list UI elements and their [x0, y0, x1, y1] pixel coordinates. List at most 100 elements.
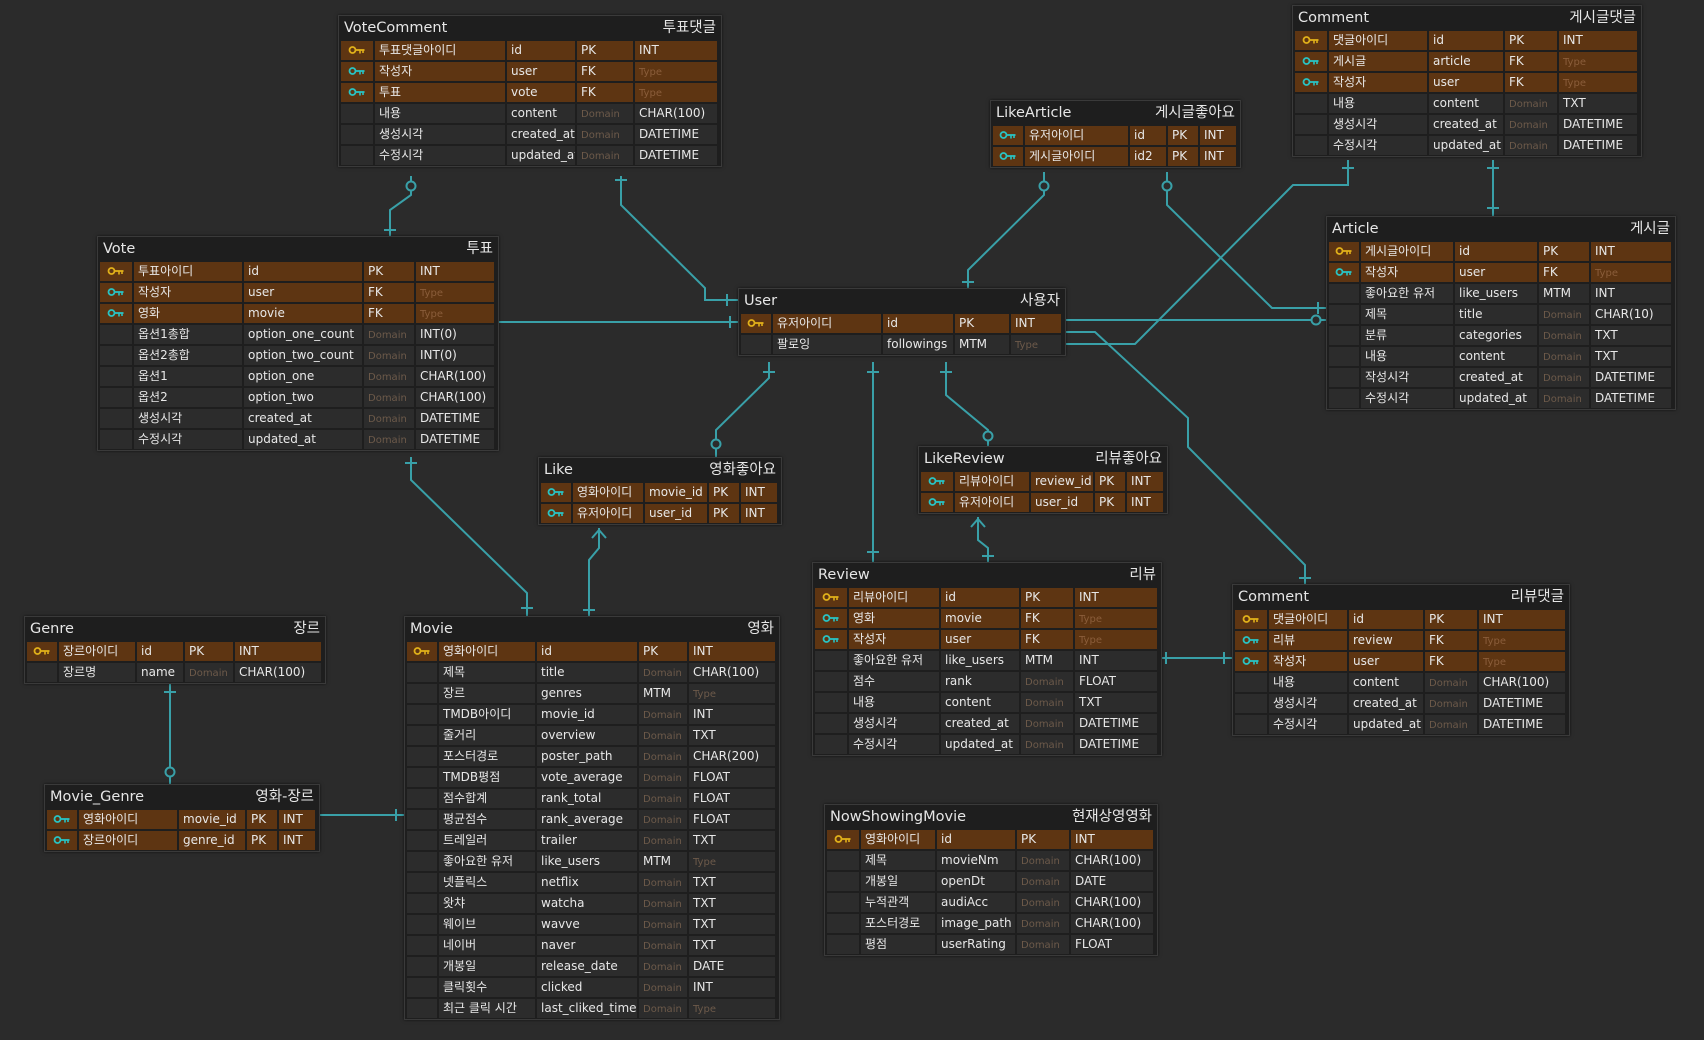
attribute-row[interactable]: 좋아요한 유저 like_users MTM INT [1327, 283, 1675, 304]
entity-header[interactable]: Like 영화좋아요 [539, 458, 781, 482]
attribute-row[interactable]: 제목 movieNm Domain CHAR(100) [825, 850, 1157, 871]
attribute-row[interactable]: 작성시각 created_at Domain DATETIME [1327, 367, 1675, 388]
attribute-row[interactable]: 개봉일 release_date Domain DATE [405, 956, 779, 977]
attribute-row[interactable]: 수정시각 updated_at Domain DATETIME [813, 734, 1161, 755]
attribute-row[interactable]: 투표 vote FK Type [339, 82, 721, 103]
attribute-row[interactable]: 옵션2 option_two Domain CHAR(100) [98, 387, 498, 408]
entity-header[interactable]: VoteComment 투표댓글 [339, 16, 721, 40]
attribute-row[interactable]: 수정시각 updated_at Domain DATETIME [339, 145, 721, 166]
attribute-row[interactable]: 내용 content Domain CHAR(100) [339, 103, 721, 124]
attribute-row[interactable]: 유저아이디 user_id PK INT [919, 492, 1167, 513]
attribute-row[interactable]: 유저아이디 user_id PK INT [539, 503, 781, 524]
attribute-row[interactable]: 게시글아이디 id2 PK INT [991, 146, 1240, 167]
attribute-row[interactable]: 투표아이디 id PK INT [98, 261, 498, 282]
attribute-row[interactable]: 작성자 user FK Type [1233, 651, 1569, 672]
attribute-row[interactable]: 영화아이디 movie_id PK INT [45, 809, 319, 830]
attribute-row[interactable]: 제목 title Domain CHAR(10) [1327, 304, 1675, 325]
attribute-row[interactable]: 장르아이디 genre_id PK INT [45, 830, 319, 851]
attribute-row[interactable]: 개봉일 openDt Domain DATE [825, 871, 1157, 892]
attribute-row[interactable]: 작성자 user FK Type [339, 61, 721, 82]
attribute-row[interactable]: 좋아요한 유저 like_users MTM INT [813, 650, 1161, 671]
attribute-row[interactable]: 트레일러 trailer Domain TXT [405, 830, 779, 851]
attribute-row[interactable]: 게시글아이디 id PK INT [1327, 241, 1675, 262]
attribute-row[interactable]: 좋아요한 유저 like_users MTM Type [405, 851, 779, 872]
attribute-row[interactable]: 작성자 user FK Type [98, 282, 498, 303]
entity-movie_genre[interactable]: Movie_Genre 영화-장르 영화아이디 movie_id PK INT 장르아이디 g… [44, 784, 320, 852]
attribute-row[interactable]: 영화아이디 id PK INT [825, 829, 1157, 850]
attribute-row[interactable]: 점수 rank Domain FLOAT [813, 671, 1161, 692]
attribute-row[interactable]: 작성자 user FK Type [813, 629, 1161, 650]
attribute-row[interactable]: TMDB평점 vote_average Domain FLOAT [405, 767, 779, 788]
attribute-row[interactable]: 내용 content Domain TXT [1293, 93, 1641, 114]
attribute-row[interactable]: 작성자 user FK Type [1327, 262, 1675, 283]
attribute-row[interactable]: 분류 categories Domain TXT [1327, 325, 1675, 346]
attribute-row[interactable]: 옵션1총합 option_one_count Domain INT(0) [98, 324, 498, 345]
entity-header[interactable]: NowShowingMovie 현재상영영화 [825, 805, 1157, 829]
attribute-row[interactable]: 수정시각 updated_at Domain DATETIME [1233, 714, 1569, 735]
attribute-row[interactable]: 제목 title Domain CHAR(100) [405, 662, 779, 683]
attribute-row[interactable]: 리뷰아이디 review_id PK INT [919, 471, 1167, 492]
attribute-row[interactable]: 내용 content Domain CHAR(100) [1233, 672, 1569, 693]
entity-header[interactable]: Review 리뷰 [813, 563, 1161, 587]
attribute-row[interactable]: 네이버 naver Domain TXT [405, 935, 779, 956]
entity-genre[interactable]: Genre 장르 장르아이디 id PK INT 장르명 name Domain CHAR(100… [24, 616, 326, 684]
attribute-row[interactable]: 넷플릭스 netflix Domain TXT [405, 872, 779, 893]
attribute-row[interactable]: 점수합계 rank_total Domain FLOAT [405, 788, 779, 809]
entity-header[interactable]: Comment 게시글댓글 [1293, 6, 1641, 30]
attribute-row[interactable]: 클릭횟수 clicked Domain INT [405, 977, 779, 998]
attribute-row[interactable]: 생성시각 created_at Domain DATETIME [98, 408, 498, 429]
attribute-row[interactable]: 생성시각 created_at Domain DATETIME [1233, 693, 1569, 714]
entity-like[interactable]: Like 영화좋아요 영화아이디 movie_id PK INT 유저아이디 user_id P… [538, 457, 782, 525]
attribute-row[interactable]: 내용 content Domain TXT [813, 692, 1161, 713]
attribute-row[interactable]: 생성시각 created_at Domain DATETIME [1293, 114, 1641, 135]
attribute-row[interactable]: 투표댓글아이디 id PK INT [339, 40, 721, 61]
attribute-row[interactable]: 평점 userRating Domain FLOAT [825, 934, 1157, 955]
attribute-row[interactable]: 게시글 article FK Type [1293, 51, 1641, 72]
entity-article[interactable]: Article 게시글 게시글아이디 id PK INT 작성자 user FK Type 좋아요한… [1326, 216, 1676, 410]
attribute-row[interactable]: 팔로잉 followings MTM Type [739, 334, 1065, 355]
attribute-row[interactable]: 장르명 name Domain CHAR(100) [25, 662, 325, 683]
attribute-row[interactable]: TMDB아이디 movie_id Domain INT [405, 704, 779, 725]
attribute-row[interactable]: 최근 클릭 시간 last_cliked_time Domain Type [405, 998, 779, 1019]
attribute-row[interactable]: 유저아이디 id PK INT [739, 313, 1065, 334]
entity-comment_review[interactable]: Comment 리뷰댓글 댓글아이디 id PK INT 리뷰 review FK Type 작성자… [1232, 584, 1570, 736]
attribute-row[interactable]: 영화아이디 id PK INT [405, 641, 779, 662]
attribute-row[interactable]: 장르 genres MTM Type [405, 683, 779, 704]
entity-movie[interactable]: Movie 영화 영화아이디 id PK INT 제목 title Domain CHAR(100… [404, 616, 780, 1020]
attribute-row[interactable]: 포스터경로 image_path Domain CHAR(100) [825, 913, 1157, 934]
attribute-row[interactable]: 생성시각 created_at Domain DATETIME [813, 713, 1161, 734]
attribute-row[interactable]: 댓글아이디 id PK INT [1293, 30, 1641, 51]
entity-header[interactable]: LikeArticle 게시글좋아요 [991, 101, 1240, 125]
attribute-row[interactable]: 누적관객 audiAcc Domain CHAR(100) [825, 892, 1157, 913]
attribute-row[interactable]: 웨이브 wavve Domain TXT [405, 914, 779, 935]
attribute-row[interactable]: 포스터경로 poster_path Domain CHAR(200) [405, 746, 779, 767]
attribute-row[interactable]: 줄거리 overview Domain TXT [405, 725, 779, 746]
entity-comment_article[interactable]: Comment 게시글댓글 댓글아이디 id PK INT 게시글 article FK Type… [1292, 5, 1642, 157]
entity-header[interactable]: Comment 리뷰댓글 [1233, 585, 1569, 609]
attribute-row[interactable]: 평균점수 rank_average Domain FLOAT [405, 809, 779, 830]
entity-header[interactable]: LikeReview 리뷰좋아요 [919, 447, 1167, 471]
entity-header[interactable]: Article 게시글 [1327, 217, 1675, 241]
attribute-row[interactable]: 영화아이디 movie_id PK INT [539, 482, 781, 503]
attribute-row[interactable]: 작성자 user FK Type [1293, 72, 1641, 93]
attribute-row[interactable]: 리뷰아이디 id PK INT [813, 587, 1161, 608]
attribute-row[interactable]: 옵션2총합 option_two_count Domain INT(0) [98, 345, 498, 366]
entity-votecomment[interactable]: VoteComment 투표댓글 투표댓글아이디 id PK INT 작성자 user FK Ty… [338, 15, 722, 167]
erd-canvas[interactable]: VoteComment 투표댓글 투표댓글아이디 id PK INT 작성자 user FK Ty… [0, 0, 1704, 1040]
entity-vote[interactable]: Vote 투표 투표아이디 id PK INT 작성자 user FK Type 영화 movie FK… [97, 236, 499, 451]
entity-header[interactable]: Vote 투표 [98, 237, 498, 261]
attribute-row[interactable]: 수정시각 updated_at Domain DATETIME [1293, 135, 1641, 156]
attribute-row[interactable]: 영화 movie FK Type [813, 608, 1161, 629]
attribute-row[interactable]: 영화 movie FK Type [98, 303, 498, 324]
entity-header[interactable]: Movie 영화 [405, 617, 779, 641]
entity-header[interactable]: Genre 장르 [25, 617, 325, 641]
attribute-row[interactable]: 내용 content Domain TXT [1327, 346, 1675, 367]
attribute-row[interactable]: 왓챠 watcha Domain TXT [405, 893, 779, 914]
attribute-row[interactable]: 생성시각 created_at Domain DATETIME [339, 124, 721, 145]
entity-likereview[interactable]: LikeReview 리뷰좋아요 리뷰아이디 review_id PK INT 유저아이디 u… [918, 446, 1168, 514]
attribute-row[interactable]: 리뷰 review FK Type [1233, 630, 1569, 651]
entity-likearticle[interactable]: LikeArticle 게시글좋아요 유저아이디 id PK INT 게시글아이디 id2 PK… [990, 100, 1241, 168]
entity-header[interactable]: Movie_Genre 영화-장르 [45, 785, 319, 809]
attribute-row[interactable]: 댓글아이디 id PK INT [1233, 609, 1569, 630]
entity-user[interactable]: User 사용자 유저아이디 id PK INT 팔로잉 followings MTM Type [738, 288, 1066, 356]
